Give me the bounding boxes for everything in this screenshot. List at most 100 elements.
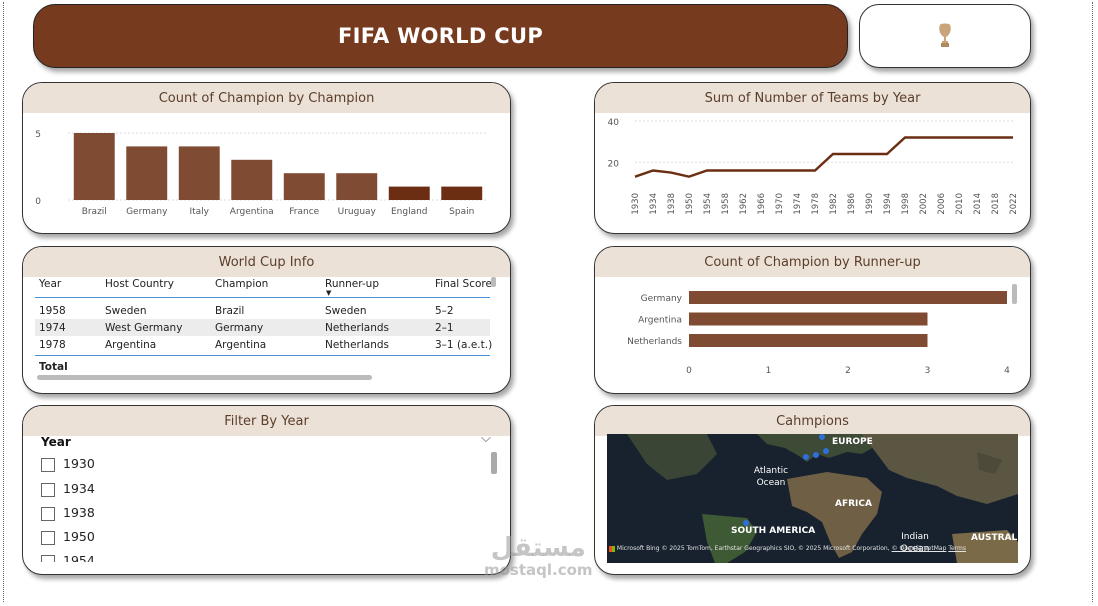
x-tick-label: 3 xyxy=(925,366,931,376)
table-vertical-scrollbar[interactable] xyxy=(491,277,496,287)
x-tick-label: 1974 xyxy=(793,193,803,215)
bar xyxy=(126,146,168,200)
x-tick-label: 1950 xyxy=(685,193,695,215)
column-header-runner-up[interactable]: Runner-up xyxy=(325,278,379,290)
bing-brand: Microsoft Bing xyxy=(616,545,660,552)
year-option[interactable]: 1950 xyxy=(41,529,95,545)
column-header-year[interactable]: Year xyxy=(39,278,61,290)
x-tick-label: 2022 xyxy=(1009,193,1019,215)
map-label-atlantic: Atlantic Ocean xyxy=(753,466,789,488)
x-tick-label: 2002 xyxy=(919,193,929,215)
year-option[interactable]: 1934 xyxy=(41,481,95,497)
year-option[interactable]: 1930 xyxy=(41,456,95,472)
y-tick-label: Argentina xyxy=(638,316,682,326)
x-tick-label: 2 xyxy=(845,366,851,376)
table-row[interactable]: 1978 Argentina Argentina Netherlands 3–1… xyxy=(35,336,493,353)
y-tick-label: Netherlands xyxy=(627,337,682,347)
x-tick-label: 1990 xyxy=(865,193,875,215)
map-marker[interactable] xyxy=(819,434,825,440)
checkbox-icon[interactable] xyxy=(41,530,55,545)
trophy-logo-box xyxy=(859,4,1031,68)
terms-link[interactable]: Terms xyxy=(948,545,966,552)
bar xyxy=(73,133,115,200)
cell-score: 3–1 (a.e.t.) xyxy=(435,339,493,351)
bar xyxy=(178,146,220,200)
map-attribution: Microsoft Bing © 2025 TomTom, Earthstar … xyxy=(609,545,966,552)
runner-up-scrollbar[interactable] xyxy=(1012,284,1017,304)
x-tick-label: 1 xyxy=(766,366,772,376)
map-marker[interactable] xyxy=(803,454,809,460)
year-option[interactable]: 1954 xyxy=(41,553,95,562)
x-tick-label: 1954 xyxy=(703,193,713,215)
map-label-south-america: SOUTH AMERICA xyxy=(731,526,816,536)
filter-by-year-card: Filter By Year Year ⌵ 1930 1934 1938 195… xyxy=(22,405,511,575)
year-option[interactable]: 1938 xyxy=(41,505,95,521)
y-tick-label: 0 xyxy=(35,197,41,207)
cell-host: Argentina xyxy=(105,339,157,351)
bar xyxy=(689,291,1007,304)
champion-count-card: Count of Champion by Champion 0 5 Brazil Ge… xyxy=(22,82,511,234)
runner-up-bar-chart[interactable]: Germany Argentina Netherlands 0 1 2 3 4 xyxy=(595,277,1030,393)
map-marker[interactable] xyxy=(823,448,829,454)
cell-champion: Brazil xyxy=(215,305,245,317)
champions-map[interactable]: EUROPE Atlantic Ocean AFRICA SOUTH AMERI… xyxy=(607,434,1018,563)
teams-by-year-title: Sum of Number of Teams by Year xyxy=(595,83,1030,113)
bar xyxy=(388,186,430,200)
x-tick-label: 1982 xyxy=(829,193,839,215)
osm-link[interactable]: © OpenStreetMap xyxy=(892,545,947,552)
table-row[interactable]: 1974 West Germany Germany Netherlands 2–… xyxy=(35,319,490,336)
bar xyxy=(231,159,273,200)
x-tick-label: Brazil xyxy=(82,207,107,217)
checkbox-icon[interactable] xyxy=(41,506,55,521)
map-marker[interactable] xyxy=(813,452,819,458)
cell-year: 1974 xyxy=(39,322,66,334)
bar xyxy=(689,312,928,326)
map-label-australia: AUSTRALI xyxy=(971,533,1018,543)
total-divider xyxy=(35,355,490,356)
checkbox-icon[interactable] xyxy=(41,457,55,472)
x-tick-label: 0 xyxy=(686,366,692,376)
x-tick-label: 2010 xyxy=(955,193,965,215)
x-tick-label: 2014 xyxy=(973,193,983,215)
x-tick-label: 1938 xyxy=(667,193,677,215)
column-header-host-country[interactable]: Host Country xyxy=(105,278,174,290)
runner-up-card: Count of Champion by Runner-up Germany Ar… xyxy=(594,246,1031,394)
champion-count-bar-chart[interactable]: 0 5 Brazil Germany Italy Argentina France Urugu… xyxy=(23,113,510,233)
x-tick-label: 1966 xyxy=(757,193,767,215)
cell-runner-up: Netherlands xyxy=(325,322,390,334)
watermark-arabic: مستقل xyxy=(490,533,586,563)
map-label-africa: AFRICA xyxy=(835,499,872,509)
teams-by-year-line-chart[interactable]: 20 40 1930 1934 1938 1950 1954 1958 1962 1966 1970… xyxy=(595,113,1030,233)
year-option-label: 1934 xyxy=(63,481,95,496)
x-tick-label: Italy xyxy=(189,207,209,217)
bar xyxy=(336,173,378,200)
x-tick-label: 1978 xyxy=(811,193,821,215)
champions-map-title: Cahmpions xyxy=(595,406,1030,436)
x-tick-label: 2006 xyxy=(937,193,947,215)
x-tick-label: 1986 xyxy=(847,193,857,215)
cell-runner-up: Sweden xyxy=(325,305,367,317)
cell-champion: Germany xyxy=(215,322,264,334)
slicer-scrollbar[interactable] xyxy=(491,452,497,474)
sort-down-icon[interactable]: ▼ xyxy=(326,289,331,297)
map-label-europe: EUROPE xyxy=(832,437,873,447)
watermark: مستقل mostaql.com xyxy=(484,535,593,579)
total-label: Total xyxy=(39,361,68,373)
slicer-field-label: Year xyxy=(41,435,71,449)
x-tick-label: 1958 xyxy=(721,193,731,215)
table-row[interactable]: 1958 Sweden Brazil Sweden 5–2 xyxy=(35,302,490,319)
world-cup-info-table: Year Host Country Champion Runner-up ▼ F… xyxy=(23,275,510,393)
y-tick-label: 40 xyxy=(608,118,620,128)
y-tick-label: Germany xyxy=(641,294,683,304)
checkbox-icon[interactable] xyxy=(41,482,55,497)
x-tick-label: 1994 xyxy=(883,193,893,215)
column-header-champion[interactable]: Champion xyxy=(215,278,268,290)
table-header-row: Year Host Country Champion Runner-up ▼ F… xyxy=(35,275,492,297)
year-option-label: 1930 xyxy=(63,456,95,471)
x-tick-label: Uruguay xyxy=(338,207,377,217)
checkbox-icon[interactable] xyxy=(41,554,55,562)
column-header-final-score[interactable]: Final Score xyxy=(435,278,492,290)
table-horizontal-scrollbar[interactable] xyxy=(37,375,372,380)
teams-by-year-card: Sum of Number of Teams by Year 20 40 1930 1… xyxy=(594,82,1031,234)
chevron-down-icon[interactable]: ⌵ xyxy=(481,431,491,446)
